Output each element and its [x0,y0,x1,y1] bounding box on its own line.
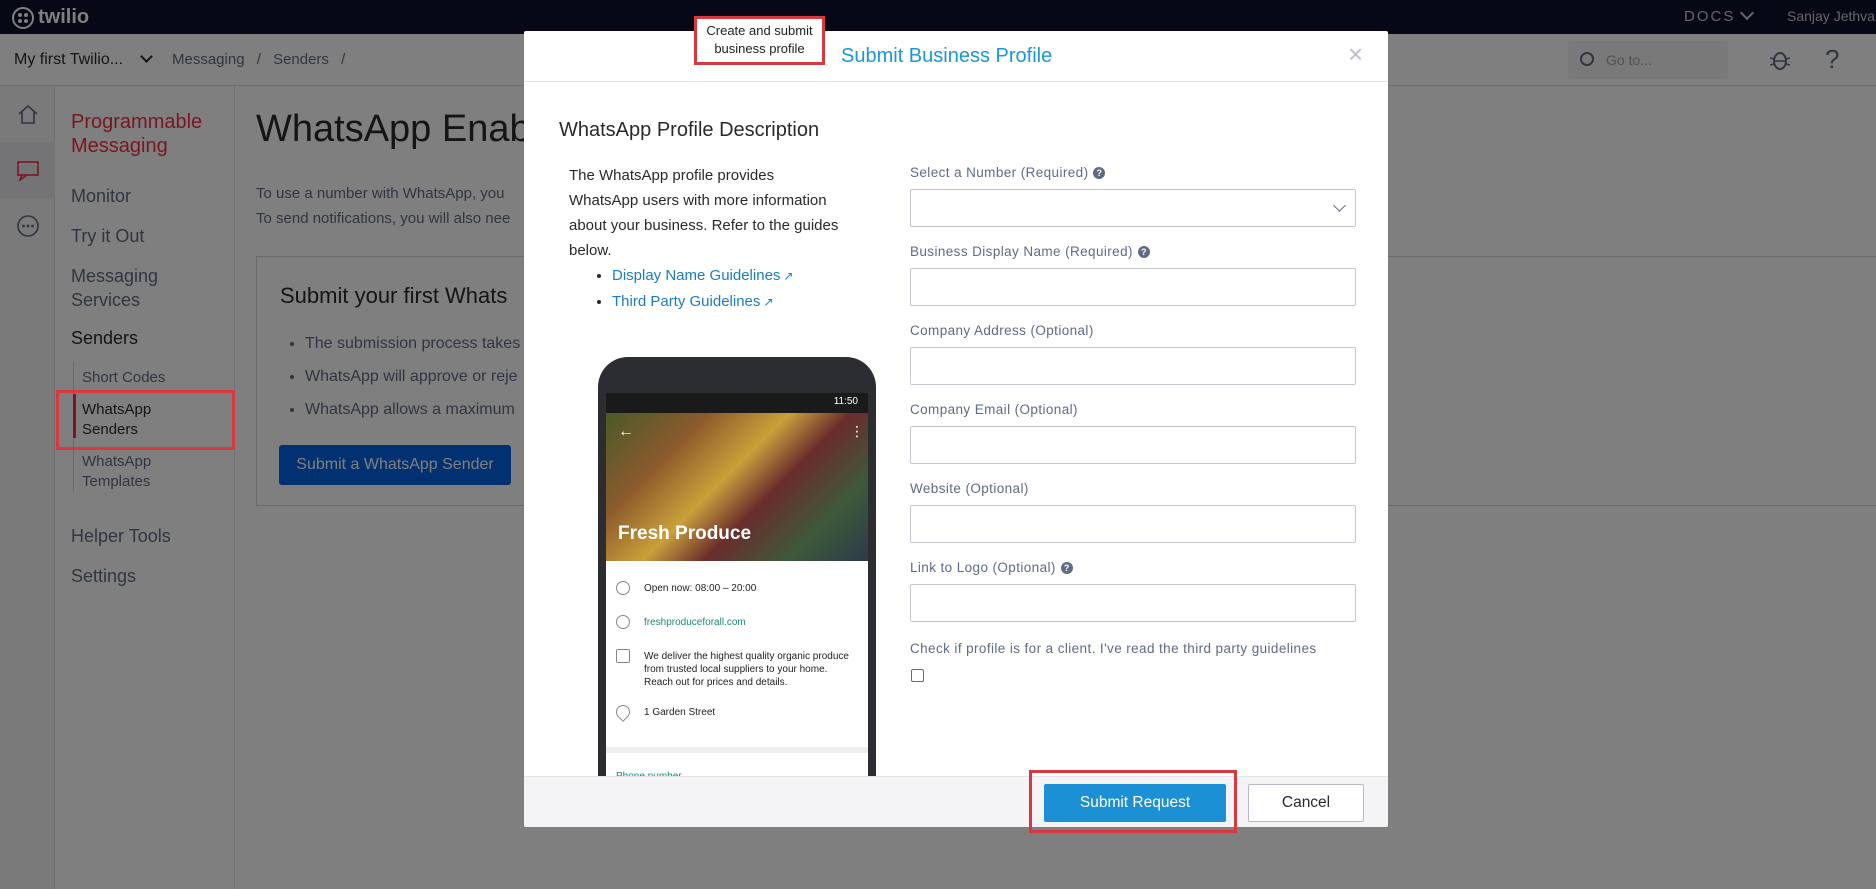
business-display-name-input[interactable] [910,268,1356,306]
modal-header: Submit Business Profile × [524,31,1388,82]
help-tooltip-icon[interactable]: ? [1093,167,1106,180]
select-number-label: Select a Number (Required)? [910,165,1106,180]
guides-list: Display Name Guidelines↗ Third Party Gui… [612,263,793,315]
business-display-name-label: Business Display Name (Required)? [910,244,1150,259]
phone-divider [606,747,868,753]
submit-business-profile-modal: Submit Business Profile × WhatsApp Profi… [524,31,1388,827]
highlight-whatsapp-senders [56,390,235,450]
phone-hours: Open now: 08:00 – 20:00 [644,583,757,594]
phone-screen: 11:50 ← ⋮ Fresh Produce Open now: 08:00 … [606,393,868,797]
close-icon[interactable]: × [1348,41,1363,67]
globe-icon [616,615,630,629]
website-input[interactable] [910,505,1356,543]
phone-about: We deliver the highest quality organic p… [644,651,849,688]
label-text: Link to Logo (Optional) [910,560,1056,575]
logo-link-input[interactable] [910,584,1356,622]
third-party-guidelines-link[interactable]: Third Party Guidelines [612,293,760,310]
display-name-guidelines-link[interactable]: Display Name Guidelines [612,267,780,284]
company-address-input[interactable] [910,347,1356,385]
logo-link-label: Link to Logo (Optional)? [910,560,1073,575]
company-email-input[interactable] [910,426,1356,464]
phone-time: 11:50 [833,396,858,407]
client-checkbox-label: Check if profile is for a client. I've r… [910,641,1317,656]
label-text: Select a Number (Required) [910,165,1089,180]
help-tooltip-icon[interactable]: ? [1137,246,1150,259]
back-arrow-icon: ← [618,423,634,440]
produce-image: ← ⋮ Fresh Produce [606,413,868,561]
clock-icon [616,581,630,595]
guide-item: Display Name Guidelines↗ [612,263,793,289]
phone-website: freshproduceforall.com [644,617,746,628]
highlight-submit-request [1029,770,1237,833]
select-number-dropdown[interactable] [910,189,1356,227]
location-pin-icon [613,702,633,722]
phone-business-name: Fresh Produce [618,523,752,544]
client-checkbox[interactable] [911,669,924,682]
chevron-down-icon [1333,199,1346,212]
phone-address: 1 Garden Street [644,707,716,718]
store-icon [616,649,630,663]
company-email-label: Company Email (Optional) [910,402,1078,417]
annotation-callout: Create and submit business profile [694,16,825,65]
external-link-icon: ↗ [763,295,774,309]
website-label: Website (Optional) [910,481,1029,496]
help-tooltip-icon[interactable]: ? [1060,562,1073,575]
guide-item: Third Party Guidelines↗ [612,289,793,315]
modal-title: Submit Business Profile [841,45,1053,67]
section-title: WhatsApp Profile Description [559,119,820,141]
cancel-button[interactable]: Cancel [1248,784,1364,822]
profile-description: The WhatsApp profile provides WhatsApp u… [569,167,839,259]
company-address-label: Company Address (Optional) [910,323,1094,338]
more-vertical-icon: ⋮ [850,423,864,439]
phone-preview: 11:50 ← ⋮ Fresh Produce Open now: 08:00 … [598,357,876,797]
label-text: Business Display Name (Required) [910,244,1133,259]
external-link-icon: ↗ [783,269,794,283]
phone-status-bar: 11:50 [606,393,868,413]
